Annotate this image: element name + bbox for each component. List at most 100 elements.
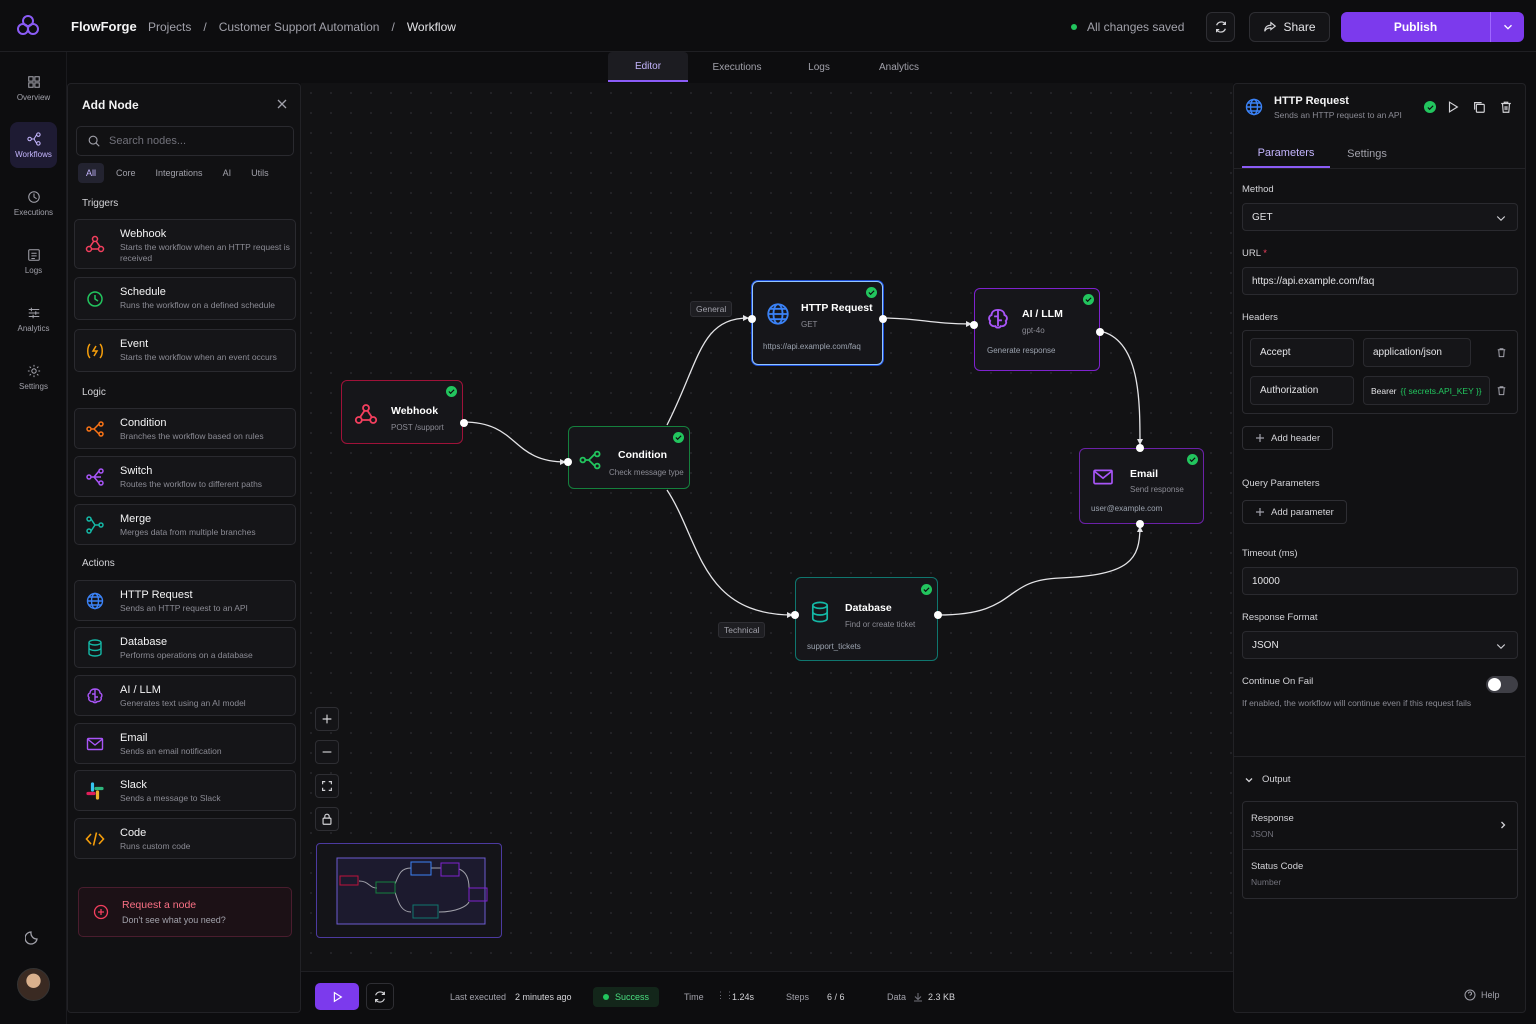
breadcrumb: Projects / Customer Support Automation /… (148, 20, 456, 34)
rail-item-executions[interactable]: Executions (10, 180, 57, 226)
avatar[interactable] (17, 968, 50, 1001)
publish-button[interactable]: Publish (1341, 12, 1490, 42)
trash-icon[interactable] (1496, 347, 1507, 358)
search-input[interactable]: Search nodes... (76, 126, 294, 156)
input-port[interactable] (1136, 520, 1144, 528)
node-card-merge[interactable]: Merge Merges data from multiple branches (74, 504, 296, 545)
close-icon[interactable] (277, 99, 287, 109)
node-card-event[interactable]: Event Starts the workflow when an event … (74, 329, 296, 372)
tab-logs[interactable]: Logs (786, 52, 852, 82)
node-database[interactable]: Database Find or create ticket support_t… (791, 577, 942, 661)
breadcrumb-project[interactable]: Customer Support Automation (219, 20, 380, 34)
node-card-title: HTTP Request (120, 589, 193, 601)
response-format-select[interactable]: JSON (1242, 631, 1518, 659)
flowforge-logo-icon[interactable] (14, 12, 42, 40)
query-params-label: Query Parameters (1242, 478, 1320, 489)
node-email[interactable]: Email Send response user@example.com (1079, 444, 1204, 528)
share-button[interactable]: Share (1249, 12, 1330, 42)
output-item-response[interactable]: Response JSON (1243, 802, 1517, 850)
tab-analytics[interactable]: Analytics (852, 52, 946, 82)
workflow-canvas[interactable] (301, 83, 1233, 971)
node-card-schedule[interactable]: Schedule Runs the workflow on a defined … (74, 277, 296, 320)
node-card-switch[interactable]: Switch Routes the workflow to different … (74, 456, 296, 497)
minimap[interactable] (316, 843, 502, 938)
filter-integrations[interactable]: Integrations (148, 163, 211, 183)
status-bar: Last executed 2 minutes ago Success Time… (301, 971, 1233, 1013)
header-key-input[interactable]: Accept (1250, 338, 1354, 367)
input-port[interactable] (1136, 444, 1144, 452)
trash-icon[interactable] (1496, 385, 1507, 396)
help-button[interactable]: Help (1464, 989, 1500, 1001)
lock-button[interactable] (315, 807, 339, 831)
node-card-code[interactable]: Code Runs custom code (74, 818, 296, 859)
rail-label: Analytics (17, 323, 50, 333)
header-value-input[interactable]: Bearer {{ secrets.API_KEY }} (1363, 376, 1490, 405)
rail-item-logs[interactable]: Logs (10, 238, 57, 284)
tab-settings[interactable]: Settings (1334, 139, 1400, 168)
node-condition[interactable]: Condition Check message type (564, 426, 690, 489)
output-port[interactable] (1096, 328, 1104, 336)
rail-label: Executions (13, 207, 54, 217)
node-card-email[interactable]: Email Sends an email notification (74, 723, 296, 764)
header-value-input[interactable]: application/json (1363, 338, 1471, 367)
request-node-button[interactable]: Request a node Don't see what you need? (78, 887, 292, 937)
tab-executions[interactable]: Executions (688, 52, 786, 82)
trash-icon[interactable] (1499, 100, 1513, 114)
publish-options-button[interactable] (1490, 12, 1524, 42)
add-header-button[interactable]: Add header (1242, 426, 1334, 450)
output-port[interactable] (934, 611, 942, 619)
zoom-in-button[interactable] (315, 707, 339, 731)
node-detail: user@example.com (1091, 504, 1163, 513)
rail-item-analytics[interactable]: Analytics (10, 296, 57, 342)
header-key-input[interactable]: Authorization (1250, 376, 1354, 405)
input-port[interactable] (791, 611, 799, 619)
chevron-down-icon (1496, 644, 1506, 650)
input-port[interactable] (748, 315, 756, 323)
method-select[interactable]: GET (1242, 203, 1518, 231)
filter-ai[interactable]: AI (215, 163, 240, 183)
moon-icon[interactable] (25, 929, 41, 945)
node-ai-llm[interactable]: AI / LLM gpt-4o Generate response (970, 288, 1104, 371)
refresh-button[interactable] (1206, 12, 1235, 42)
node-card-http-request[interactable]: HTTP Request Sends an HTTP request to an… (74, 580, 296, 621)
rail-item-workflows[interactable]: Workflows (10, 122, 57, 168)
url-input[interactable]: https://api.example.com/faq (1242, 267, 1518, 295)
node-card-condition[interactable]: Condition Branches the workflow based on… (74, 408, 296, 449)
headers-table: Accept application/json Authorization Be… (1242, 330, 1518, 414)
node-http-request[interactable]: HTTP Request GET https://api.example.com… (748, 281, 887, 365)
filter-utils[interactable]: Utils (243, 163, 277, 183)
node-card-ai-llm[interactable]: AI / LLM Generates text using an AI mode… (74, 675, 296, 716)
output-port[interactable] (879, 315, 887, 323)
node-webhook[interactable]: Webhook POST /support (341, 380, 468, 444)
publish-button-group: Publish (1341, 12, 1524, 42)
time-label: Time (684, 992, 704, 1002)
run-button[interactable] (315, 983, 359, 1010)
add-parameter-button[interactable]: Add parameter (1242, 500, 1347, 524)
continue-on-fail-toggle[interactable] (1486, 676, 1518, 693)
duplicate-icon[interactable] (1472, 100, 1486, 114)
input-port[interactable] (564, 458, 572, 466)
output-port[interactable] (460, 419, 468, 427)
database-icon (83, 636, 107, 660)
fit-view-button[interactable] (315, 774, 339, 798)
output-type: Number (1251, 877, 1282, 887)
headers-label: Headers (1242, 312, 1278, 323)
filter-core[interactable]: Core (108, 163, 144, 183)
rail-item-settings[interactable]: Settings (10, 354, 57, 400)
reset-run-button[interactable] (366, 983, 394, 1010)
chevron-down-icon (1245, 777, 1253, 782)
rail-item-overview[interactable]: Overview (10, 65, 57, 111)
input-port[interactable] (970, 321, 978, 329)
zoom-out-button[interactable] (315, 740, 339, 764)
node-card-database[interactable]: Database Performs operations on a databa… (74, 627, 296, 668)
breadcrumb-projects[interactable]: Projects (148, 20, 191, 34)
timeout-input[interactable]: 10000 (1242, 567, 1518, 595)
tab-parameters[interactable]: Parameters (1242, 139, 1330, 168)
output-toggle[interactable]: Output (1244, 774, 1291, 785)
node-card-slack[interactable]: Slack Sends a message to Slack (74, 770, 296, 811)
slack-icon (83, 779, 107, 803)
tab-editor[interactable]: Editor (608, 52, 688, 82)
node-card-webhook[interactable]: Webhook Starts the workflow when an HTTP… (74, 219, 296, 269)
filter-all[interactable]: All (78, 163, 105, 183)
play-icon[interactable] (1446, 100, 1460, 114)
